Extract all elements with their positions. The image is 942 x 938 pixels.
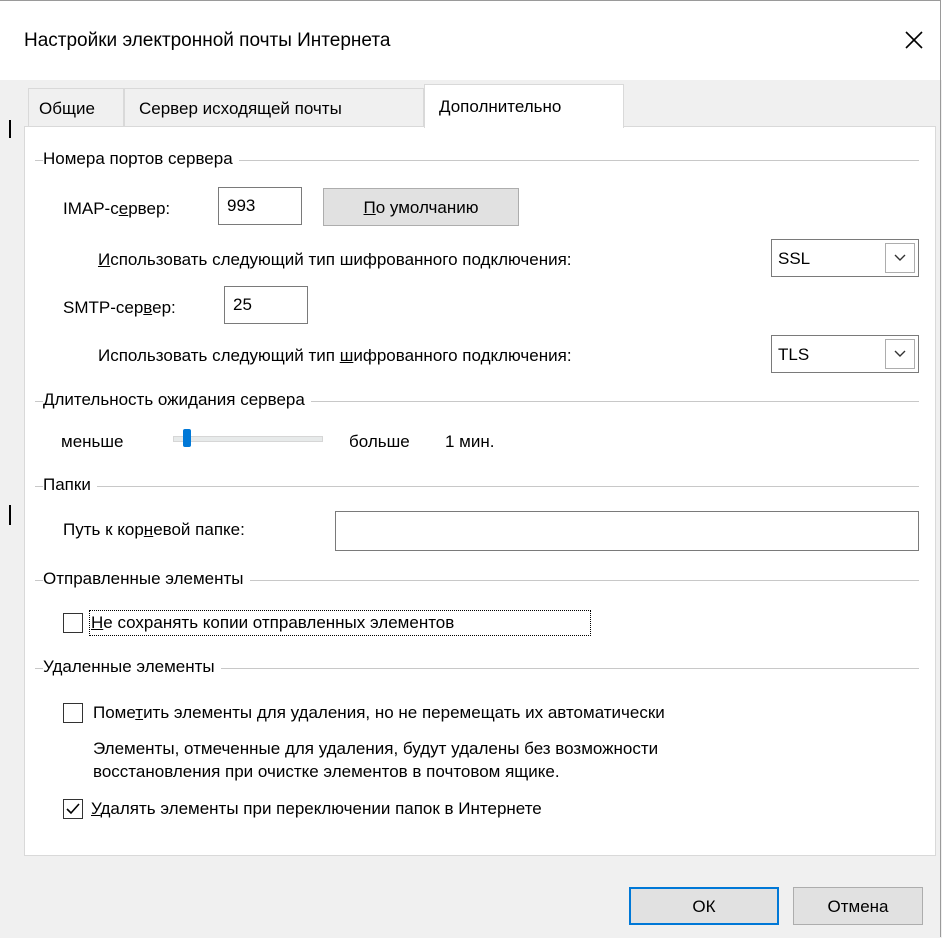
- smtp-encryption-value: TLS: [778, 345, 810, 364]
- tab-outgoing-server-label: Сервер исходящей почты: [139, 99, 342, 118]
- ports-group-title: Номера портов сервера: [43, 149, 239, 169]
- imap-encryption-label: Использовать следующий тип шифрованного …: [98, 250, 572, 269]
- deleted-group-title: Удаленные элементы: [43, 657, 221, 677]
- smtp-port-input[interactable]: 25: [224, 286, 308, 324]
- root-path-input[interactable]: [335, 511, 919, 551]
- smtp-port-value: 25: [233, 295, 252, 314]
- deletion-description: Элементы, отмеченные для удаления, будут…: [93, 737, 658, 783]
- left-edge-mark: [9, 505, 11, 525]
- imap-port-value: 993: [227, 196, 256, 215]
- timeout-slider-track[interactable]: [173, 436, 323, 442]
- dont-save-sent-checkbox[interactable]: [63, 613, 83, 633]
- timeout-value-label: 1 мин.: [445, 432, 495, 451]
- tab-general-label: Общие: [39, 99, 95, 118]
- mark-for-deletion-checkbox[interactable]: [63, 703, 83, 723]
- deletion-description-line2: восстановления при очистке элементов в п…: [93, 762, 560, 781]
- cancel-button-label: Отмена: [827, 897, 889, 916]
- ok-button[interactable]: ОК: [629, 887, 779, 925]
- purge-on-switch-checkbox[interactable]: [63, 799, 83, 819]
- chevron-down-icon[interactable]: [885, 243, 915, 273]
- chevron-down-icon[interactable]: [885, 339, 915, 369]
- tab-advanced[interactable]: Дополнительно: [424, 84, 624, 128]
- cancel-button[interactable]: Отмена: [793, 887, 923, 925]
- tab-general[interactable]: Общие: [28, 88, 124, 126]
- deletion-description-line1: Элементы, отмеченные для удаления, будут…: [93, 739, 659, 758]
- folders-group-title: Папки: [43, 475, 97, 495]
- timeout-less-label: меньше: [61, 432, 124, 451]
- timeout-slider-thumb[interactable]: [183, 429, 192, 447]
- timeout-more-label: больше: [349, 432, 410, 451]
- close-icon[interactable]: [900, 26, 928, 54]
- default-ports-button-label: По умолчанию: [363, 198, 479, 217]
- ok-button-label: ОК: [692, 897, 716, 916]
- tab-advanced-label: Дополнительно: [439, 97, 562, 116]
- left-edge-mark: [9, 120, 11, 138]
- timeout-group-title: Длительность ожидания сервера: [43, 390, 311, 410]
- tab-outgoing-server[interactable]: Сервер исходящей почты: [124, 88, 424, 126]
- email-settings-dialog: Настройки электронной почты Интернета Об…: [0, 0, 942, 938]
- dont-save-sent-label[interactable]: Не сохранять копии отправленных элементо…: [91, 613, 454, 633]
- imap-port-input[interactable]: 993: [218, 187, 302, 225]
- advanced-panel: Номера портов сервера IMAP-сервер: 993 П…: [24, 126, 936, 856]
- default-ports-button[interactable]: По умолчанию: [323, 188, 519, 226]
- imap-encryption-value: SSL: [778, 249, 811, 268]
- title-bar: Настройки электронной почты Интернета: [0, 0, 942, 80]
- smtp-encryption-select[interactable]: TLS: [771, 335, 919, 373]
- mark-for-deletion-label[interactable]: Пометить элементы для удаления, но не пе…: [93, 703, 665, 723]
- smtp-encryption-label: Использовать следующий тип шифрованного …: [98, 346, 572, 365]
- imap-encryption-select[interactable]: SSL: [771, 239, 919, 277]
- folders-group-line: [35, 486, 919, 487]
- sent-group-title: Отправленные элементы: [43, 569, 250, 589]
- root-path-label: Путь к корневой папке:: [63, 520, 245, 539]
- checkmark-icon: [66, 803, 80, 815]
- imap-port-label: IMAP-сервер:: [63, 199, 171, 218]
- window-title: Настройки электронной почты Интернета: [24, 30, 391, 51]
- purge-on-switch-label[interactable]: Удалять элементы при переключении папок …: [91, 799, 542, 819]
- smtp-port-label: SMTP-сервер:: [63, 298, 176, 317]
